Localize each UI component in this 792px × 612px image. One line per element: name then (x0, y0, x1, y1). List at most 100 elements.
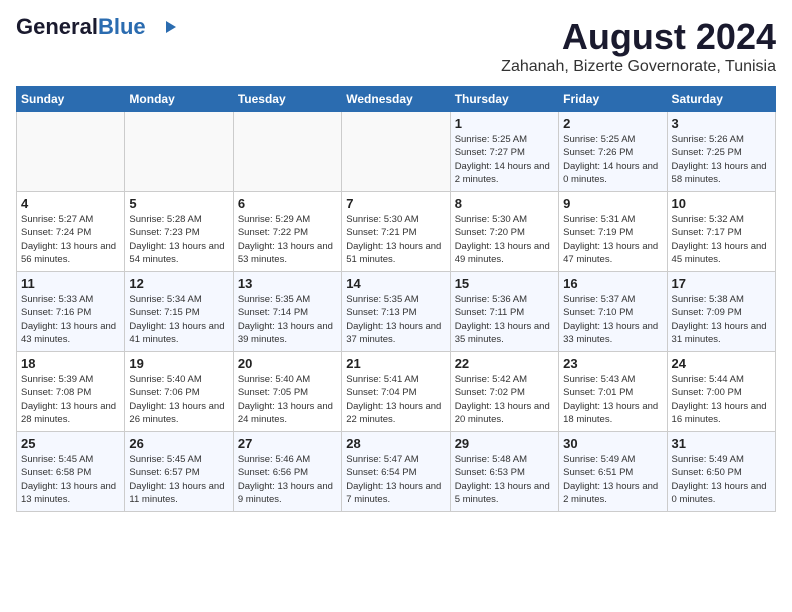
day-content: Sunrise: 5:42 AM Sunset: 7:02 PM Dayligh… (455, 373, 554, 426)
day-content: Sunrise: 5:49 AM Sunset: 6:50 PM Dayligh… (672, 453, 771, 506)
calendar-cell: 12 Sunrise: 5:34 AM Sunset: 7:15 PM Dayli… (125, 272, 233, 352)
weekday-header-thursday: Thursday (450, 87, 558, 112)
calendar-cell: 8 Sunrise: 5:30 AM Sunset: 7:20 PM Daylig… (450, 192, 558, 272)
day-number: 16 (563, 276, 662, 291)
calendar-cell (342, 112, 450, 192)
day-number: 11 (21, 276, 120, 291)
calendar-cell: 19 Sunrise: 5:40 AM Sunset: 7:06 PM Dayli… (125, 352, 233, 432)
day-content: Sunrise: 5:47 AM Sunset: 6:54 PM Dayligh… (346, 453, 445, 506)
day-number: 10 (672, 196, 771, 211)
day-number: 25 (21, 436, 120, 451)
day-content: Sunrise: 5:48 AM Sunset: 6:53 PM Dayligh… (455, 453, 554, 506)
day-content: Sunrise: 5:25 AM Sunset: 7:27 PM Dayligh… (455, 133, 554, 186)
calendar-week-row: 4Sunrise: 5:27 AM Sunset: 7:24 PM Daylig… (17, 192, 776, 272)
day-number: 14 (346, 276, 445, 291)
day-content: Sunrise: 5:35 AM Sunset: 7:14 PM Dayligh… (238, 293, 337, 346)
day-content: Sunrise: 5:41 AM Sunset: 7:04 PM Dayligh… (346, 373, 445, 426)
day-number: 19 (129, 356, 228, 371)
calendar-cell: 26 Sunrise: 5:45 AM Sunset: 6:57 PM Dayli… (125, 432, 233, 512)
calendar-cell: 7Sunrise: 5:30 AM Sunset: 7:21 PM Daylig… (342, 192, 450, 272)
calendar-cell: 9Sunrise: 5:31 AM Sunset: 7:19 PM Daylig… (559, 192, 667, 272)
calendar-cell: 2 Sunrise: 5:25 AM Sunset: 7:26 PM Daylig… (559, 112, 667, 192)
day-number: 24 (672, 356, 771, 371)
calendar-cell: 17Sunrise: 5:38 AM Sunset: 7:09 PM Dayli… (667, 272, 775, 352)
weekday-header-sunday: Sunday (17, 87, 125, 112)
calendar-cell: 25 Sunrise: 5:45 AM Sunset: 6:58 PM Dayli… (17, 432, 125, 512)
day-number: 30 (563, 436, 662, 451)
calendar-cell: 23 Sunrise: 5:43 AM Sunset: 7:01 PM Dayli… (559, 352, 667, 432)
title-block: August 2024 Zahanah, Bizerte Governorate… (501, 16, 776, 76)
calendar-cell: 4Sunrise: 5:27 AM Sunset: 7:24 PM Daylig… (17, 192, 125, 272)
day-number: 15 (455, 276, 554, 291)
calendar-cell: 31 Sunrise: 5:49 AM Sunset: 6:50 PM Dayli… (667, 432, 775, 512)
day-number: 29 (455, 436, 554, 451)
day-number: 23 (563, 356, 662, 371)
day-number: 31 (672, 436, 771, 451)
day-number: 12 (129, 276, 228, 291)
day-content: Sunrise: 5:36 AM Sunset: 7:11 PM Dayligh… (455, 293, 554, 346)
weekday-header-tuesday: Tuesday (233, 87, 341, 112)
day-number: 27 (238, 436, 337, 451)
calendar-table: SundayMondayTuesdayWednesdayThursdayFrid… (16, 86, 776, 512)
calendar-cell: 18 Sunrise: 5:39 AM Sunset: 7:08 PM Dayli… (17, 352, 125, 432)
calendar-cell: 5 Sunrise: 5:28 AM Sunset: 7:23 PM Daylig… (125, 192, 233, 272)
calendar-cell (233, 112, 341, 192)
day-content: Sunrise: 5:40 AM Sunset: 7:06 PM Dayligh… (129, 373, 228, 426)
day-number: 2 (563, 116, 662, 131)
day-number: 21 (346, 356, 445, 371)
day-number: 5 (129, 196, 228, 211)
calendar-cell: 10Sunrise: 5:32 AM Sunset: 7:17 PM Dayli… (667, 192, 775, 272)
day-content: Sunrise: 5:29 AM Sunset: 7:22 PM Dayligh… (238, 213, 337, 266)
calendar-cell: 14 Sunrise: 5:35 AM Sunset: 7:13 PM Dayli… (342, 272, 450, 352)
day-number: 18 (21, 356, 120, 371)
day-content: Sunrise: 5:31 AM Sunset: 7:19 PM Dayligh… (563, 213, 662, 266)
day-number: 17 (672, 276, 771, 291)
calendar-cell: 22 Sunrise: 5:42 AM Sunset: 7:02 PM Dayli… (450, 352, 558, 432)
day-number: 26 (129, 436, 228, 451)
day-content: Sunrise: 5:34 AM Sunset: 7:15 PM Dayligh… (129, 293, 228, 346)
calendar-cell: 6 Sunrise: 5:29 AM Sunset: 7:22 PM Daylig… (233, 192, 341, 272)
calendar-cell: 15 Sunrise: 5:36 AM Sunset: 7:11 PM Dayli… (450, 272, 558, 352)
day-content: Sunrise: 5:39 AM Sunset: 7:08 PM Dayligh… (21, 373, 120, 426)
weekday-header-friday: Friday (559, 87, 667, 112)
calendar-cell: 20 Sunrise: 5:40 AM Sunset: 7:05 PM Dayli… (233, 352, 341, 432)
calendar-week-row: 25 Sunrise: 5:45 AM Sunset: 6:58 PM Dayli… (17, 432, 776, 512)
calendar-week-row: 18 Sunrise: 5:39 AM Sunset: 7:08 PM Dayli… (17, 352, 776, 432)
day-content: Sunrise: 5:30 AM Sunset: 7:20 PM Dayligh… (455, 213, 554, 266)
calendar-week-row: 1Sunrise: 5:25 AM Sunset: 7:27 PM Daylig… (17, 112, 776, 192)
calendar-cell: 29 Sunrise: 5:48 AM Sunset: 6:53 PM Dayli… (450, 432, 558, 512)
day-content: Sunrise: 5:49 AM Sunset: 6:51 PM Dayligh… (563, 453, 662, 506)
day-content: Sunrise: 5:45 AM Sunset: 6:58 PM Dayligh… (21, 453, 120, 506)
day-number: 3 (672, 116, 771, 131)
day-content: Sunrise: 5:33 AM Sunset: 7:16 PM Dayligh… (21, 293, 120, 346)
logo-text: GeneralBlue (16, 16, 146, 38)
day-content: Sunrise: 5:43 AM Sunset: 7:01 PM Dayligh… (563, 373, 662, 426)
day-content: Sunrise: 5:28 AM Sunset: 7:23 PM Dayligh… (129, 213, 228, 266)
calendar-cell: 24 Sunrise: 5:44 AM Sunset: 7:00 PM Dayli… (667, 352, 775, 432)
page-header: GeneralBlue August 2024 Zahanah, Bizerte… (16, 16, 776, 76)
day-number: 13 (238, 276, 337, 291)
logo: GeneralBlue (16, 16, 176, 38)
day-content: Sunrise: 5:37 AM Sunset: 7:10 PM Dayligh… (563, 293, 662, 346)
calendar-cell: 1Sunrise: 5:25 AM Sunset: 7:27 PM Daylig… (450, 112, 558, 192)
calendar-cell (125, 112, 233, 192)
day-content: Sunrise: 5:30 AM Sunset: 7:21 PM Dayligh… (346, 213, 445, 266)
weekday-header-monday: Monday (125, 87, 233, 112)
day-content: Sunrise: 5:25 AM Sunset: 7:26 PM Dayligh… (563, 133, 662, 186)
logo-icon (148, 19, 176, 35)
day-content: Sunrise: 5:26 AM Sunset: 7:25 PM Dayligh… (672, 133, 771, 186)
page-subtitle: Zahanah, Bizerte Governorate, Tunisia (501, 58, 776, 76)
calendar-cell: 21 Sunrise: 5:41 AM Sunset: 7:04 PM Dayli… (342, 352, 450, 432)
day-content: Sunrise: 5:40 AM Sunset: 7:05 PM Dayligh… (238, 373, 337, 426)
day-number: 8 (455, 196, 554, 211)
weekday-header-row: SundayMondayTuesdayWednesdayThursdayFrid… (17, 87, 776, 112)
day-content: Sunrise: 5:45 AM Sunset: 6:57 PM Dayligh… (129, 453, 228, 506)
page-title: August 2024 (501, 16, 776, 58)
calendar-cell: 16 Sunrise: 5:37 AM Sunset: 7:10 PM Dayli… (559, 272, 667, 352)
day-number: 22 (455, 356, 554, 371)
day-content: Sunrise: 5:44 AM Sunset: 7:00 PM Dayligh… (672, 373, 771, 426)
day-number: 20 (238, 356, 337, 371)
day-number: 28 (346, 436, 445, 451)
day-number: 6 (238, 196, 337, 211)
day-content: Sunrise: 5:35 AM Sunset: 7:13 PM Dayligh… (346, 293, 445, 346)
